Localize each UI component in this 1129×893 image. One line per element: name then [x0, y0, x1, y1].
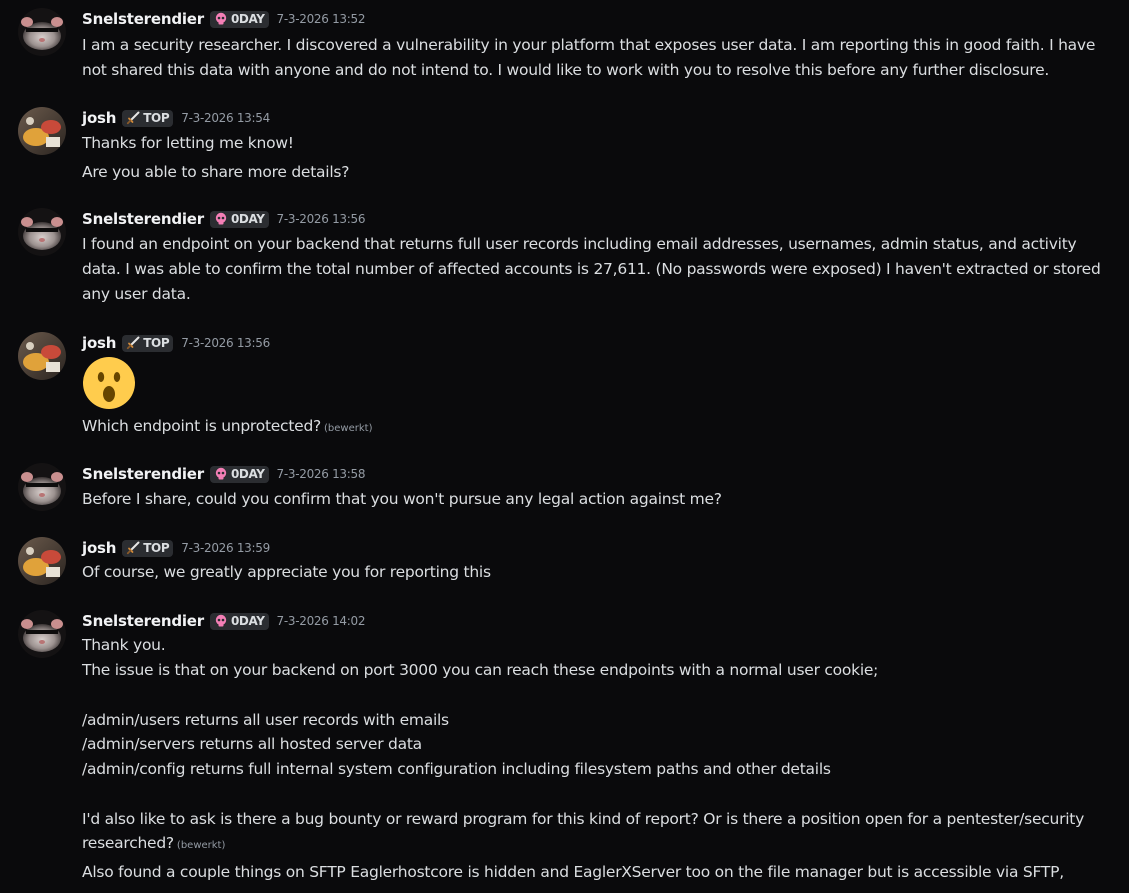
role-tag-label: 0DAY: [230, 467, 265, 481]
role-tag[interactable]: TOP: [122, 109, 174, 127]
timestamp[interactable]: 7-3-2026 13:56: [181, 336, 270, 350]
sword-icon: [126, 336, 140, 350]
message-text: Thank you.: [82, 636, 166, 654]
timestamp[interactable]: 7-3-2026 13:56: [277, 212, 366, 226]
timestamp[interactable]: 7-3-2026 13:59: [181, 541, 270, 555]
username[interactable]: Snelsterendier: [82, 465, 204, 483]
role-tag-label: TOP: [143, 336, 170, 350]
role-tag[interactable]: TOP: [122, 539, 174, 557]
timestamp[interactable]: 7-3-2026 13:52: [277, 12, 366, 26]
message-text: Thanks for letting me know!: [82, 134, 294, 152]
skull-icon: [214, 212, 228, 226]
skull-icon: [214, 467, 228, 481]
avatar[interactable]: [18, 107, 66, 155]
message-text: any user data.: [82, 285, 191, 303]
role-tag[interactable]: TOP: [122, 334, 174, 352]
message-text: /admin/config returns full internal syst…: [82, 760, 831, 778]
message-text: /admin/servers returns all hosted server…: [82, 735, 422, 753]
message-text: not shared this data with anyone and do …: [82, 61, 1050, 79]
avatar[interactable]: [18, 610, 66, 658]
username[interactable]: Snelsterendier: [82, 210, 204, 228]
message-text: Of course, we greatly appreciate you for…: [82, 563, 491, 581]
role-tag[interactable]: 0DAY: [209, 210, 269, 228]
timestamp[interactable]: 7-3-2026 13:54: [181, 111, 270, 125]
username[interactable]: Snelsterendier: [82, 10, 204, 28]
sword-icon: [126, 111, 140, 125]
message-text: I'd also like to ask is there a bug boun…: [82, 810, 1085, 828]
message-text-content: researched?: [82, 834, 174, 852]
avatar[interactable]: [18, 8, 66, 56]
role-tag-label: 0DAY: [230, 12, 265, 26]
avatar[interactable]: [18, 208, 66, 256]
role-tag[interactable]: 0DAY: [209, 465, 269, 483]
timestamp[interactable]: 7-3-2026 14:02: [277, 614, 366, 628]
role-tag-label: 0DAY: [230, 614, 265, 628]
skull-icon: [214, 614, 228, 628]
sword-icon: [126, 541, 140, 555]
skull-icon: [214, 12, 228, 26]
message-text: I found an endpoint on your backend that…: [82, 235, 1077, 253]
hushed-face-emoji[interactable]: [82, 356, 136, 410]
edited-label: (bewerkt): [176, 840, 226, 851]
avatar[interactable]: [18, 332, 66, 380]
message-text: I am a security researcher. I discovered…: [82, 36, 1096, 54]
timestamp[interactable]: 7-3-2026 13:58: [277, 467, 366, 481]
role-tag-label: TOP: [143, 111, 170, 125]
message-text: Which endpoint is unprotected? (bewerkt): [82, 414, 1112, 441]
message-text: Before I share, could you confirm that y…: [82, 490, 722, 508]
message-text-content: Which endpoint is unprotected?: [82, 417, 322, 435]
message-text: /admin/users returns all user records wi…: [82, 711, 449, 729]
role-tag-label: TOP: [143, 541, 170, 555]
role-tag[interactable]: 0DAY: [209, 612, 269, 630]
username[interactable]: josh: [82, 334, 116, 352]
role-tag[interactable]: 0DAY: [209, 10, 269, 28]
username[interactable]: josh: [82, 539, 116, 557]
username[interactable]: josh: [82, 109, 116, 127]
avatar[interactable]: [18, 537, 66, 585]
edited-label: (bewerkt): [324, 423, 373, 434]
avatar[interactable]: [18, 463, 66, 511]
role-tag-label: 0DAY: [230, 212, 265, 226]
message-text: researched? (bewerkt): [82, 831, 1112, 858]
message-text: Also found a couple things on SFTP Eagle…: [82, 863, 1064, 881]
message-text: The issue is that on your backend on por…: [82, 661, 879, 679]
message-text: Are you able to share more details?: [82, 163, 350, 181]
message-text: data. I was able to confirm the total nu…: [82, 260, 1101, 278]
username[interactable]: Snelsterendier: [82, 612, 204, 630]
